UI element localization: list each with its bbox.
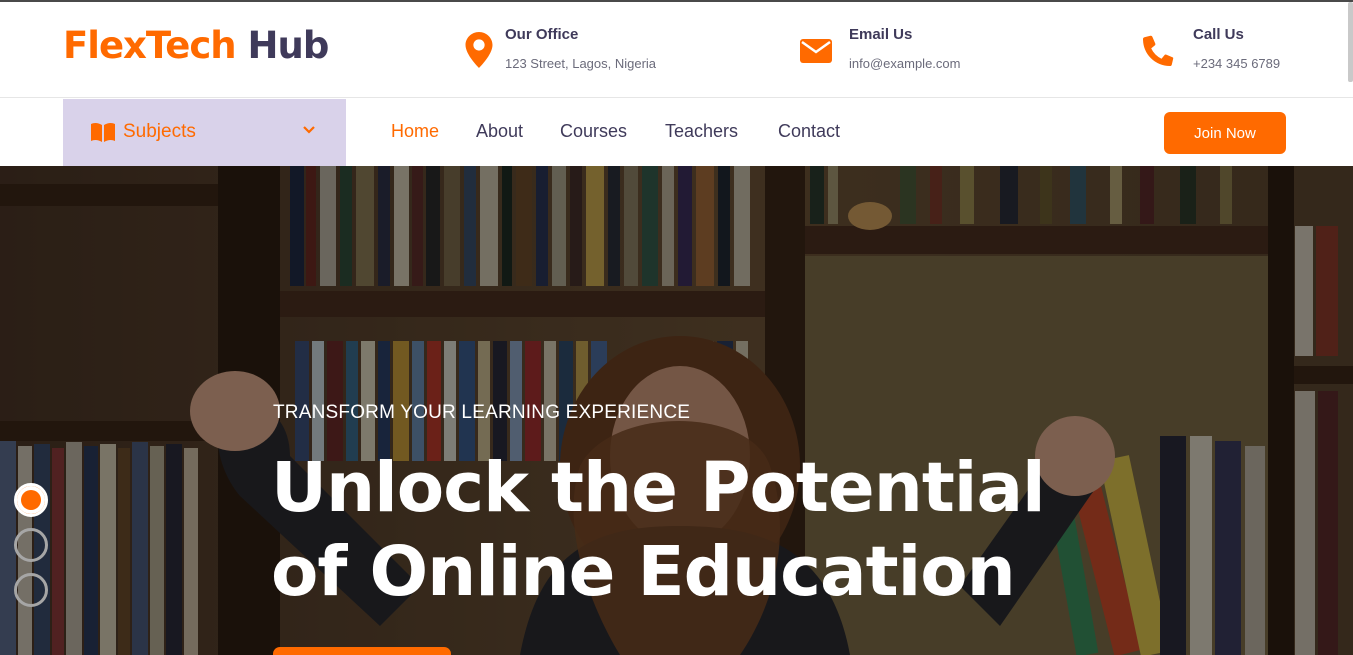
nav-about[interactable]: About <box>476 121 523 142</box>
nav-teachers[interactable]: Teachers <box>665 121 738 142</box>
phone-icon <box>1143 35 1174 67</box>
page-scrollbar[interactable] <box>1348 2 1353 82</box>
hero-headline-line1: Unlock the Potential <box>271 448 1046 528</box>
join-now-button[interactable]: Join Now <box>1164 112 1286 154</box>
hero-cta-button[interactable] <box>273 647 451 655</box>
contact-office-title: Our Office <box>505 26 579 43</box>
map-pin-icon <box>465 32 493 68</box>
nav-contact[interactable]: Contact <box>778 121 840 142</box>
hero-headline: Unlock the Potential of Online Education <box>271 446 1071 614</box>
main-nav: Subjects Home About Courses Teachers Con… <box>0 99 1353 166</box>
contact-email-detail[interactable]: info@example.com <box>849 56 960 71</box>
carousel-dot-3[interactable] <box>14 573 48 607</box>
subjects-dropdown[interactable]: Subjects <box>63 99 346 166</box>
brand-name-part1: FlexTech <box>63 24 237 67</box>
carousel-dot-1[interactable] <box>14 483 48 517</box>
contact-phone-title: Call Us <box>1193 26 1244 43</box>
brand-logo[interactable]: FlexTech Hub <box>63 24 330 67</box>
contact-phone-detail[interactable]: +234 345 6789 <box>1193 56 1280 71</box>
brand-name-part2: Hub <box>247 24 330 67</box>
book-icon <box>91 122 115 142</box>
carousel-dot-2[interactable] <box>14 528 48 562</box>
subjects-label: Subjects <box>123 121 196 142</box>
hero-eyebrow: TRANSFORM YOUR LEARNING EXPERIENCE <box>273 402 691 423</box>
chevron-down-icon <box>303 126 315 134</box>
nav-home[interactable]: Home <box>391 121 439 142</box>
envelope-icon <box>800 39 832 63</box>
site-header: FlexTech Hub Our Office 123 Street, Lago… <box>0 2 1353 98</box>
hero-carousel: TRANSFORM YOUR LEARNING EXPERIENCE Unloc… <box>0 166 1353 655</box>
contact-email-title: Email Us <box>849 26 913 43</box>
nav-courses[interactable]: Courses <box>560 121 627 142</box>
contact-office-detail: 123 Street, Lagos, Nigeria <box>505 56 657 71</box>
hero-headline-line2: of Online Education <box>271 532 1016 612</box>
